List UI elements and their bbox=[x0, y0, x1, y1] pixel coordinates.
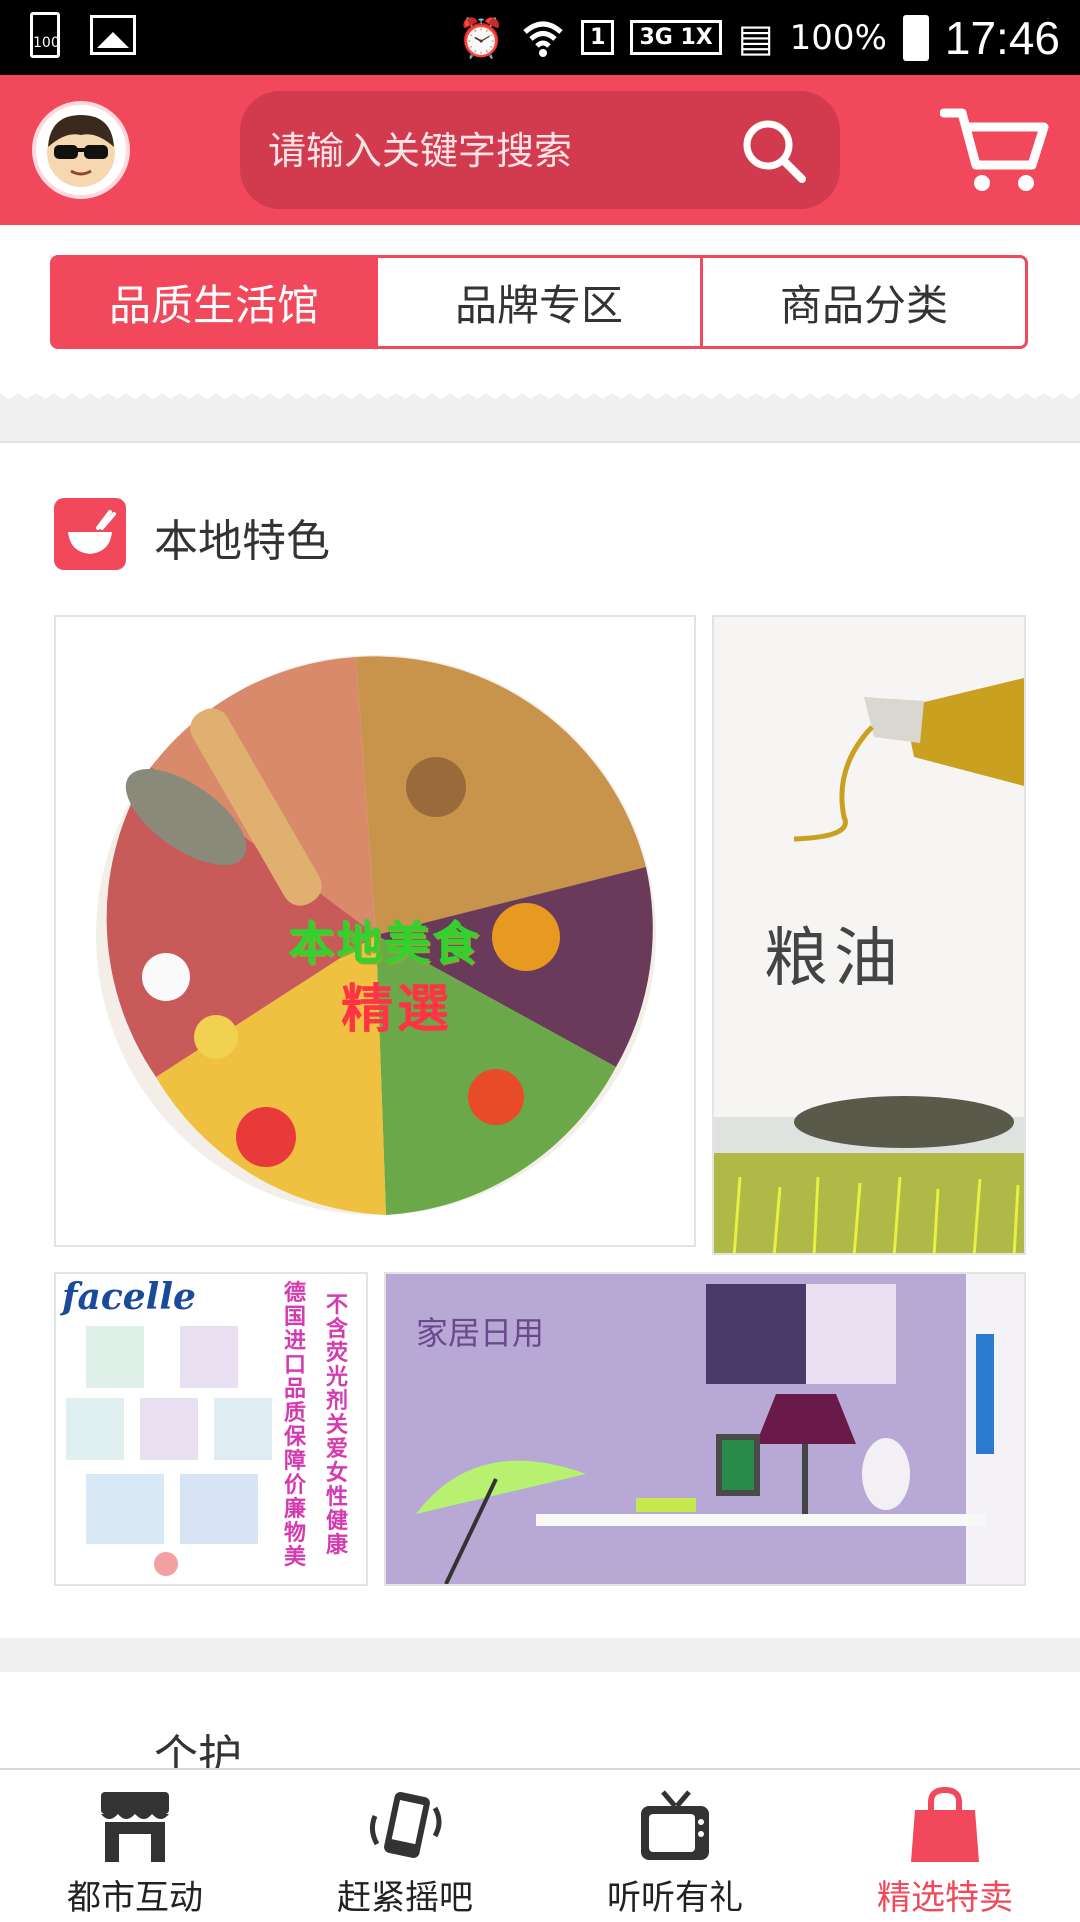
promo-tile-local-food[interactable]: 本地美食 精選 bbox=[54, 615, 696, 1247]
facelle-products-image bbox=[66, 1326, 272, 1576]
tab-brand-zone[interactable]: 品牌专区 bbox=[375, 258, 700, 346]
app-header bbox=[0, 75, 1080, 225]
bowl-icon bbox=[54, 498, 126, 570]
sim-card-icon: ▤ bbox=[737, 15, 774, 60]
picture-icon bbox=[90, 15, 136, 55]
section-title-local: 本地特色 bbox=[154, 516, 330, 567]
nav-item-city-interaction[interactable]: 都市互动 bbox=[0, 1770, 270, 1922]
search-bar bbox=[240, 91, 840, 209]
battery-percent: 100% bbox=[789, 17, 887, 58]
bottom-navigation: 都市互动 赶紧摇吧 听听有礼 精选特卖 bbox=[0, 1768, 1080, 1922]
household-label: 家居日用 bbox=[416, 1314, 545, 1352]
status-bar: 100 ⏰ 1 3G 1X ▤ 100% 17:46 bbox=[0, 0, 1080, 75]
divider bbox=[0, 441, 1080, 443]
clock: 17:46 bbox=[944, 11, 1060, 64]
oil-label: 粮油 bbox=[764, 922, 904, 996]
nav-label: 精选特卖 bbox=[877, 1878, 1013, 1918]
food-label-line2: 精選 bbox=[341, 980, 454, 1040]
facelle-brand: facelle bbox=[62, 1276, 196, 1318]
nav-item-selected-sale[interactable]: 精选特卖 bbox=[810, 1770, 1080, 1922]
section-separator bbox=[0, 1638, 1080, 1672]
battery-icon bbox=[902, 14, 929, 61]
network-signal-icon: 3G 1X bbox=[630, 20, 722, 55]
cart-icon[interactable] bbox=[940, 103, 1050, 195]
zigzag-divider bbox=[0, 385, 1080, 443]
facelle-slogan-1: 德国进口品质保障价廉物美 bbox=[284, 1281, 307, 1570]
avatar[interactable] bbox=[32, 101, 130, 199]
category-tabs: 品质生活馆 品牌专区 商品分类 bbox=[50, 255, 1028, 349]
wifi-icon bbox=[523, 21, 563, 57]
nav-label: 听听有礼 bbox=[607, 1878, 743, 1918]
food-label-line1: 本地美食 bbox=[288, 916, 480, 970]
storefront-icon bbox=[101, 1792, 169, 1862]
facelle-slogan-2: 不含荧光剂关爱女性健康 bbox=[326, 1293, 349, 1558]
promo-tile-grain-oil[interactable]: 粮油 bbox=[712, 615, 1026, 1255]
nav-item-shake[interactable]: 赶紧摇吧 bbox=[270, 1770, 540, 1922]
nav-label: 赶紧摇吧 bbox=[337, 1878, 473, 1918]
shake-phone-icon bbox=[369, 1792, 442, 1858]
tab-quality-life[interactable]: 品质生活馆 bbox=[53, 258, 375, 346]
promo-tile-facelle[interactable]: facelle 德国进口品质保障价廉物美 不含荧光剂关爱女性健康 bbox=[54, 1272, 368, 1586]
nav-item-listen-gift[interactable]: 听听有礼 bbox=[540, 1770, 810, 1922]
search-icon[interactable] bbox=[738, 115, 810, 187]
promo-tile-household[interactable]: 家居日用 bbox=[384, 1272, 1026, 1586]
shopping-bag-icon bbox=[911, 1786, 979, 1862]
search-input[interactable] bbox=[266, 125, 690, 177]
user-avatar-icon bbox=[47, 115, 115, 187]
tv-icon bbox=[641, 1790, 709, 1860]
alarm-icon: ⏰ bbox=[457, 15, 506, 60]
sim-slot-badge: 1 bbox=[581, 20, 615, 55]
battery-saver-icon: 100 bbox=[30, 12, 60, 58]
tab-product-category[interactable]: 商品分类 bbox=[700, 258, 1025, 346]
nav-label: 都市互动 bbox=[67, 1878, 203, 1918]
